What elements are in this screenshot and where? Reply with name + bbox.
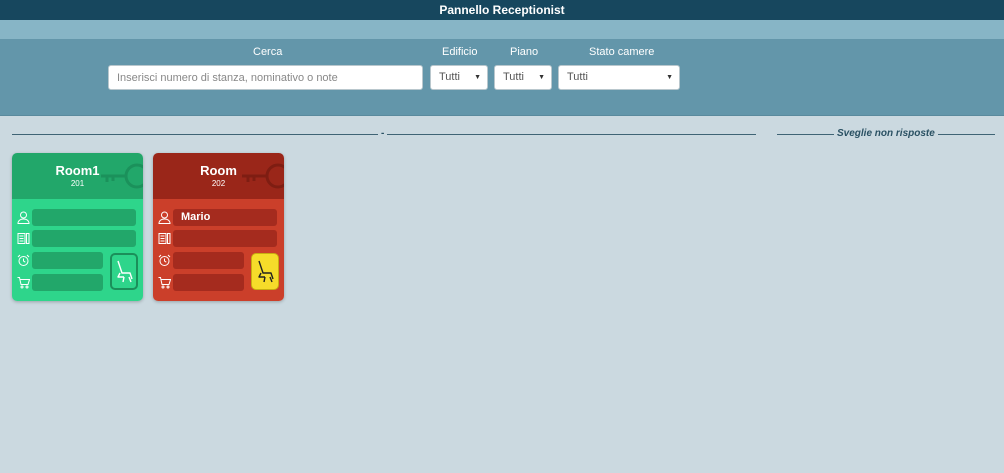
room-card-header: Room 202: [153, 153, 284, 199]
room-name: Room1: [55, 163, 100, 178]
search-input[interactable]: [108, 65, 423, 90]
rooms-section-title: -: [378, 128, 388, 139]
building-label: Edificio: [442, 46, 478, 58]
room-number: 201: [70, 179, 85, 188]
status-select[interactable]: Tutti ▼: [558, 65, 680, 90]
search-label: Cerca: [253, 46, 283, 58]
alarm-clock-icon: [17, 254, 30, 266]
guest-field[interactable]: [32, 209, 136, 226]
guest-field[interactable]: Mario: [173, 209, 277, 226]
room-number: 202: [211, 179, 226, 188]
cart-icon: [158, 277, 171, 289]
header-strip: [0, 20, 1004, 39]
caret-down-icon: ▼: [538, 74, 545, 81]
floor-label: Piano: [510, 46, 539, 58]
caret-down-icon: ▼: [666, 74, 673, 81]
room-card-body: Mario: [153, 199, 284, 301]
room-name: Room: [200, 163, 237, 178]
floor-select-value: Tutti: [503, 71, 524, 83]
wakeup-button[interactable]: [251, 253, 279, 290]
wakeups-section-title: Sveglie non risposte: [834, 128, 938, 139]
seat-icon: [258, 260, 274, 283]
room-card-body: [12, 199, 143, 301]
seat-icon: [117, 260, 133, 283]
wakeup-time-field[interactable]: [173, 252, 244, 269]
room-card-header: Room1 201: [12, 153, 143, 199]
building-select[interactable]: Tutti ▼: [430, 65, 488, 90]
filter-bar: Cerca Edificio Tutti ▼ Piano Tutti ▼ Sta…: [0, 39, 1004, 116]
cart-icon: [17, 277, 30, 289]
notes-field[interactable]: [32, 230, 136, 247]
extras-field[interactable]: [32, 274, 103, 291]
extras-field[interactable]: [173, 274, 244, 291]
caret-down-icon: ▼: [474, 74, 481, 81]
wakeup-button[interactable]: [110, 253, 138, 290]
notes-field[interactable]: [173, 230, 277, 247]
floor-select[interactable]: Tutti ▼: [494, 65, 552, 90]
alarm-clock-icon: [158, 254, 171, 266]
guest-name: Mario: [181, 211, 211, 223]
room-card[interactable]: Room 202 Mario: [153, 153, 284, 301]
wakeup-time-field[interactable]: [32, 252, 103, 269]
notes-icon: [17, 233, 30, 244]
status-label: Stato camere: [589, 46, 655, 58]
panel-title: Pannello Receptionist: [0, 0, 1004, 20]
user-icon: [158, 211, 171, 224]
building-select-value: Tutti: [439, 71, 460, 83]
status-select-value: Tutti: [567, 71, 588, 83]
notes-icon: [158, 233, 171, 244]
room-card[interactable]: Room1 201: [12, 153, 143, 301]
user-icon: [17, 211, 30, 224]
